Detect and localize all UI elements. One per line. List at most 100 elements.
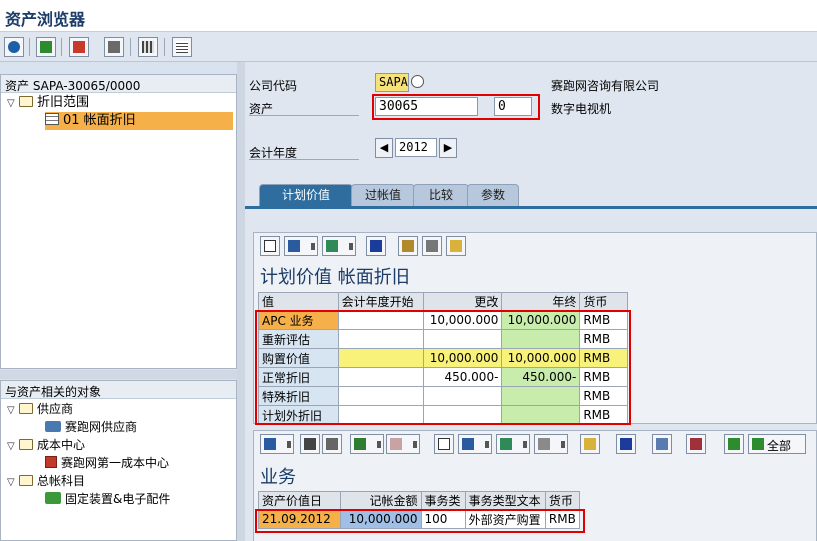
table-header-row: 值 会计年度开始 更改 年终 货币 [258,292,628,311]
highlight-box-transaction [255,509,585,533]
expand-all-button[interactable]: 全部 [748,434,806,454]
table-icon [45,113,59,125]
tree-item-label: 赛跑网第一成本中心 [61,456,170,470]
print-icon[interactable] [434,434,454,454]
send-icon[interactable] [322,236,356,256]
column-header[interactable]: 货币 [579,292,628,311]
sidebar-divider[interactable] [237,62,245,541]
tree-item-depreciation-areas[interactable]: ▽ 折旧范围 [7,94,89,112]
filter-icon[interactable] [69,37,89,57]
title-bar: 资产浏览器 [0,0,817,32]
gl-account-icon [45,492,61,504]
column-header[interactable]: 年终 [501,292,581,311]
sort-icon[interactable] [300,434,320,454]
folder-icon [19,439,33,450]
tab-parameters[interactable]: 参数 [467,184,519,206]
next-year-button[interactable]: ▶ [439,138,457,158]
tree-item-label: 赛跑网供应商 [65,420,138,434]
info-icon[interactable] [616,434,636,454]
tab-posted-values[interactable]: 过帐值 [351,184,415,206]
fiscal-year-field[interactable]: 2012 [395,138,437,157]
print-icon[interactable] [260,236,280,256]
filter-icon[interactable] [322,434,342,454]
column-header[interactable]: 货币 [544,491,581,510]
tree-item-book-depreciation[interactable]: 01 帐面折旧 [45,112,233,130]
company-code-label: 公司代码 [249,79,298,93]
label-underline [249,159,359,160]
layout-icon[interactable] [36,37,56,57]
column-header[interactable]: 会计年度开始 [337,292,425,311]
tab-planned-values[interactable]: 计划价值 [259,184,353,206]
column-header[interactable]: 更改 [423,292,503,311]
toolbar-separator [61,38,62,56]
tree-item-gl-account[interactable]: ▽ 总帐科目 [7,472,85,490]
tab-panel-planned-values: 计划价值 帐面折旧 值 会计年度开始 更改 年终 货币 APC 业务 10,00… [245,206,817,541]
window-title: 资产浏览器 [5,10,86,29]
toolbar-separator [130,38,131,56]
toolbar-separator [164,38,165,56]
tree-item-label: 成本中心 [37,438,86,452]
info-icon[interactable] [366,236,386,256]
tree-item-label: 01 帐面折旧 [63,113,136,128]
calculator-icon[interactable] [422,236,442,256]
collapse-icon[interactable]: ▽ [7,402,19,420]
grid-icon[interactable] [138,37,158,57]
transactions-box: 全部 业务 资产价值日 记帐金额 事务类 事务类型文本 货币 21.09.201… [253,430,817,541]
refresh-icon[interactable] [4,37,24,57]
graphic-icon[interactable] [580,434,600,454]
asset-tree-header: 资产 SAPA-30065/0000 [1,75,236,93]
tree-item-vendor-name[interactable]: 赛跑网供应商 [45,418,137,436]
document-icon[interactable] [652,434,672,454]
previous-year-button[interactable]: ◀ [375,138,393,158]
subtotal-icon[interactable] [386,434,420,454]
send-icon[interactable] [496,434,530,454]
planned-values-box: 计划价值 帐面折旧 值 会计年度开始 更改 年终 货币 APC 业务 10,00… [253,232,817,425]
details-icon[interactable] [260,434,294,454]
collapse-icon[interactable]: ▽ [7,474,19,492]
stamp-icon[interactable] [686,434,706,454]
label-underline [249,115,359,116]
list-icon[interactable] [172,37,192,57]
info-icon[interactable] [411,75,424,88]
display-icon[interactable] [104,37,124,57]
column-header[interactable]: 事务类 [420,491,466,510]
collapse-icon[interactable]: ▽ [7,95,19,113]
related-objects-pane: 与资产相关的对象 ▽ 供应商 赛跑网供应商 ▽ 成本中心 赛跑网第一成本中心 ▽ 总帐… [0,380,237,541]
folder-icon [19,403,33,414]
table-header-row: 资产价值日 记帐金额 事务类 事务类型文本 货币 [257,491,581,510]
tree-item-label: 供应商 [37,402,74,416]
tree-item-vendor[interactable]: ▽ 供应商 [7,400,73,418]
column-header[interactable]: 值 [258,292,339,311]
column-header[interactable]: 记帐金额 [340,491,422,510]
collapse-icon[interactable]: ▽ [7,438,19,456]
tree-item-label: 固定装置&电子配件 [65,492,171,506]
tab-comparison[interactable]: 比较 [413,184,469,206]
highlight-box-planned [255,310,631,425]
asset-detail-area: 公司代码 SAPA 赛跑网咨询有限公司 资产 30065 0 数字电视机 会计年… [245,62,817,541]
column-header[interactable]: 事务类型文本 [464,491,546,510]
expand-all-label: 全部 [767,439,792,453]
company-code-field[interactable]: SAPA [375,73,409,92]
asset-description: 数字电视机 [551,102,612,116]
tree-item-gl-account-name[interactable]: 固定装置&电子配件 [45,490,170,508]
company-name: 赛跑网咨询有限公司 [551,79,660,93]
tree-item-label: 折旧范围 [37,95,90,110]
expand-icon[interactable] [724,434,744,454]
export-icon[interactable] [458,434,492,454]
export-icon[interactable] [284,236,318,256]
related-objects-header: 与资产相关的对象 [1,381,236,399]
tree-item-cost-center-name[interactable]: 赛跑网第一成本中心 [45,454,169,472]
asset-tree-pane: 资产 SAPA-30065/0000 ▽ 折旧范围 01 帐面折旧 [0,74,237,369]
vendor-icon [45,421,61,432]
layout-icon[interactable] [534,434,568,454]
application-toolbar [0,32,817,62]
settings-icon[interactable] [398,236,418,256]
sum-icon[interactable] [350,434,384,454]
cost-center-icon [45,456,57,468]
planned-values-title: 计划价值 帐面折旧 [260,267,410,288]
chart-icon[interactable] [446,236,466,256]
folder-icon [19,475,33,486]
pane-splitter[interactable] [0,370,237,379]
column-header[interactable]: 资产价值日 [257,491,342,510]
tree-item-cost-center[interactable]: ▽ 成本中心 [7,436,85,454]
